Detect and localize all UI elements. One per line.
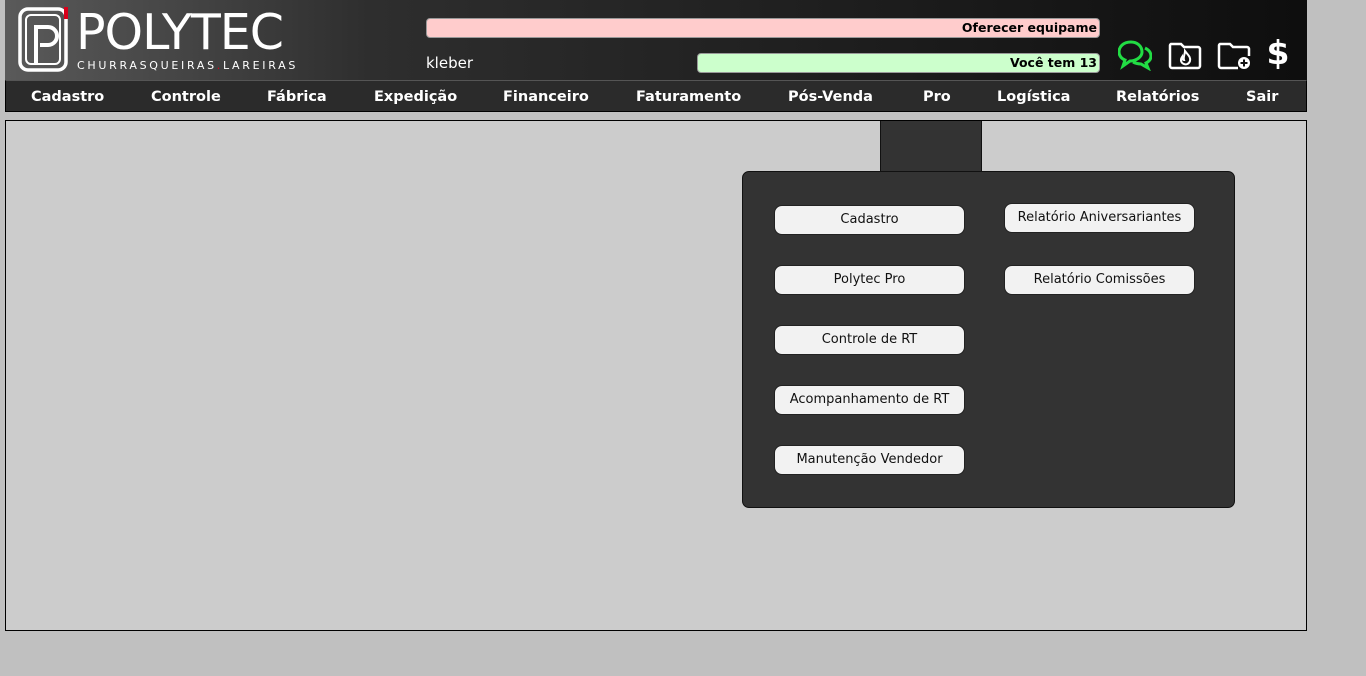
submenu-controle-rt-button[interactable]: Controle de RT [774, 325, 965, 355]
nav-item-expedicao[interactable]: Expedição [374, 81, 457, 111]
dollar-icon[interactable]: $ [1263, 33, 1293, 72]
main-navbar: Cadastro Controle Fábrica Expedição Fina… [5, 80, 1307, 112]
chat-icon[interactable] [1117, 37, 1153, 72]
nav-item-relatorios[interactable]: Relatórios [1116, 81, 1199, 111]
submenu-manutencao-vendedor-button[interactable]: Manutenção Vendedor [774, 445, 965, 475]
nav-item-cadastro[interactable]: Cadastro [31, 81, 104, 111]
submenu-relatorio-comissoes-button[interactable]: Relatório Comissões [1004, 265, 1195, 295]
fire-folder-icon[interactable] [1168, 37, 1202, 71]
submenu-cadastro-button[interactable]: Cadastro [774, 205, 965, 235]
nav-item-controle[interactable]: Controle [151, 81, 221, 111]
submenu-polytec-pro-button[interactable]: Polytec Pro [774, 265, 965, 295]
ticker-bottom[interactable]: Você tem 13 [697, 53, 1100, 73]
submenu-tab-connector [880, 121, 982, 173]
content-area: Cadastro Polytec Pro Controle de RT Acom… [5, 120, 1307, 631]
dollar-symbol: $ [1266, 33, 1290, 72]
polytec-logo[interactable]: POLYTEC CHURRASQUEIRAS.LAREIRAS [18, 5, 320, 75]
nav-item-sair[interactable]: Sair [1246, 81, 1278, 111]
logo-tagline: CHURRASQUEIRAS.LAREIRAS [77, 59, 299, 72]
pro-submenu-panel: Cadastro Polytec Pro Controle de RT Acom… [742, 171, 1235, 508]
logo-mark-icon [18, 7, 68, 72]
nav-item-fabrica[interactable]: Fábrica [267, 81, 327, 111]
header: POLYTEC CHURRASQUEIRAS.LAREIRAS Oferecer… [5, 0, 1307, 80]
username-label: kleber [426, 54, 473, 72]
submenu-relatorio-aniversariantes-button[interactable]: Relatório Aniversariantes [1004, 203, 1195, 233]
nav-item-faturamento[interactable]: Faturamento [636, 81, 741, 111]
add-folder-icon[interactable] [1217, 37, 1251, 71]
logo-wordmark: POLYTEC [76, 4, 284, 61]
nav-item-pro[interactable]: Pro [923, 81, 951, 111]
ticker-top[interactable]: Oferecer equipame [426, 18, 1100, 38]
nav-item-logistica[interactable]: Logística [997, 81, 1070, 111]
nav-item-financeiro[interactable]: Financeiro [503, 81, 589, 111]
nav-item-pos-venda[interactable]: Pós-Venda [788, 81, 873, 111]
submenu-acompanhamento-rt-button[interactable]: Acompanhamento de RT [774, 385, 965, 415]
